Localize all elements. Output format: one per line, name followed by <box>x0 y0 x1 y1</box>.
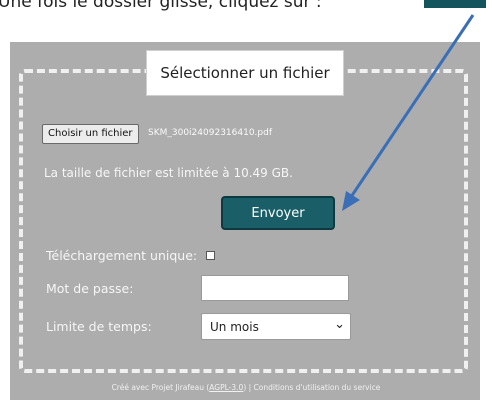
arrow-shaft <box>349 14 475 198</box>
arrow-head <box>342 191 360 211</box>
pointer-arrow-icon <box>342 14 475 211</box>
